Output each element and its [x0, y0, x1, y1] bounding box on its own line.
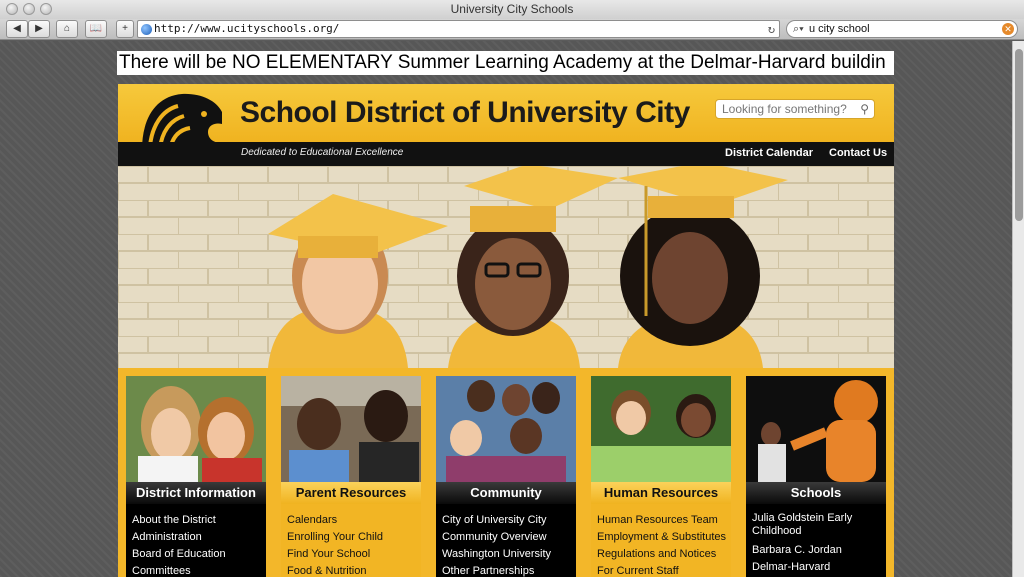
- card-links: Human Resources Team Employment & Substi…: [591, 504, 731, 577]
- link-community-overview[interactable]: Community Overview: [442, 529, 576, 546]
- site-search-placeholder: Looking for something?: [722, 102, 847, 116]
- link-committees[interactable]: Committees: [132, 563, 266, 577]
- globe-icon: [141, 24, 152, 35]
- browser-search-field[interactable]: ⌕▾ u city school ✕: [786, 20, 1018, 38]
- card-district-information: District Information About the District …: [126, 376, 266, 577]
- search-icon[interactable]: ⚲: [860, 100, 869, 118]
- link-employment-substitutes[interactable]: Employment & Substitutes: [597, 529, 731, 546]
- link-washington-university[interactable]: Washington University: [442, 546, 576, 563]
- search-query-text: u city school: [809, 23, 870, 35]
- card-links: About the District Administration Board …: [126, 504, 266, 577]
- link-calendars[interactable]: Calendars: [287, 512, 421, 529]
- book-icon: 📖: [89, 23, 103, 34]
- link-food-nutrition[interactable]: Food & Nutrition: [287, 563, 421, 577]
- header-nav-bar: Dedicated to Educational Excellence Dist…: [118, 142, 894, 166]
- card-title[interactable]: Human Resources: [591, 482, 731, 504]
- human-resources-photo: [591, 376, 731, 482]
- announcement-text: There will be NO ELEMENTARY Summer Learn…: [119, 52, 886, 73]
- back-button[interactable]: ◀: [6, 20, 28, 38]
- link-for-current-staff[interactable]: For Current Staff: [597, 563, 731, 577]
- home-button[interactable]: ⌂: [56, 20, 78, 38]
- hero-graduates-photo: [118, 166, 894, 368]
- site-title[interactable]: School District of University City: [240, 96, 690, 130]
- link-find-your-school[interactable]: Find Your School: [287, 546, 421, 563]
- link-administration[interactable]: Administration: [132, 529, 266, 546]
- district-information-photo: [126, 376, 266, 482]
- parent-resources-photo: [281, 376, 421, 482]
- window-title: University City Schools: [450, 2, 574, 16]
- zoom-window-button[interactable]: [40, 3, 52, 15]
- card-title[interactable]: Schools: [746, 482, 886, 504]
- scrollbar-thumb[interactable]: [1015, 49, 1023, 221]
- minimize-window-button[interactable]: [23, 3, 35, 15]
- link-human-resources-team[interactable]: Human Resources Team: [597, 512, 731, 529]
- url-text: http://www.ucityschools.org/: [154, 22, 340, 35]
- link-enrolling-your-child[interactable]: Enrolling Your Child: [287, 529, 421, 546]
- card-links: Calendars Enrolling Your Child Find Your…: [281, 504, 421, 577]
- link-delmar-harvard[interactable]: Delmar-Harvard: [752, 559, 886, 576]
- nav-contact-us[interactable]: Contact Us: [829, 147, 887, 159]
- site-header: School District of University City Looki…: [118, 84, 894, 151]
- address-bar[interactable]: http://www.ucityschools.org/ ↻: [137, 20, 780, 38]
- schools-photo: [746, 376, 886, 482]
- reload-icon[interactable]: ↻: [768, 21, 775, 37]
- community-photo: [436, 376, 576, 482]
- browser-toolbar: ◀ ▶ ⌂ 📖 + http://www.ucityschools.org/ ↻…: [0, 19, 1024, 40]
- link-julia-goldstein-early-childhood[interactable]: Julia Goldstein Early Childhood: [752, 512, 886, 538]
- nav-district-calendar[interactable]: District Calendar: [725, 147, 813, 159]
- card-links: Julia Goldstein Early Childhood Barbara …: [746, 504, 886, 577]
- add-bookmark-button[interactable]: +: [116, 20, 134, 38]
- plus-icon: +: [122, 23, 128, 34]
- vertical-scrollbar[interactable]: [1012, 41, 1024, 577]
- clear-search-icon[interactable]: ✕: [1002, 23, 1014, 35]
- site-search-input[interactable]: Looking for something? ⚲: [715, 99, 875, 119]
- forward-arrow-icon: ▶: [35, 23, 43, 34]
- link-about-the-district[interactable]: About the District: [132, 512, 266, 529]
- bookmarks-button[interactable]: 📖: [85, 20, 107, 38]
- card-title[interactable]: Community: [436, 482, 576, 504]
- card-title[interactable]: District Information: [126, 482, 266, 504]
- card-human-resources: Human Resources Human Resources Team Emp…: [591, 376, 731, 577]
- link-board-of-education[interactable]: Board of Education: [132, 546, 266, 563]
- card-community: Community City of University City Commun…: [436, 376, 576, 577]
- card-parent-resources: Parent Resources Calendars Enrolling You…: [281, 376, 421, 577]
- card-links: City of University City Community Overvi…: [436, 504, 576, 577]
- link-other-partnerships[interactable]: Other Partnerships: [442, 563, 576, 577]
- announcement-ticker[interactable]: There will be NO ELEMENTARY Summer Learn…: [117, 51, 894, 75]
- card-schools: Schools Julia Goldstein Early Childhood …: [746, 376, 886, 577]
- close-window-button[interactable]: [6, 3, 18, 15]
- link-regulations-and-notices[interactable]: Regulations and Notices: [597, 546, 731, 563]
- home-icon: ⌂: [63, 23, 71, 34]
- card-title[interactable]: Parent Resources: [281, 482, 421, 504]
- tagline: Dedicated to Educational Excellence: [241, 147, 404, 158]
- link-barbara-c-jordan[interactable]: Barbara C. Jordan: [752, 542, 886, 559]
- forward-button[interactable]: ▶: [28, 20, 50, 38]
- window-titlebar: University City Schools: [0, 0, 1024, 19]
- link-city-of-university-city[interactable]: City of University City: [442, 512, 576, 529]
- search-icon: ⌕▾: [793, 23, 804, 35]
- back-arrow-icon: ◀: [13, 23, 21, 34]
